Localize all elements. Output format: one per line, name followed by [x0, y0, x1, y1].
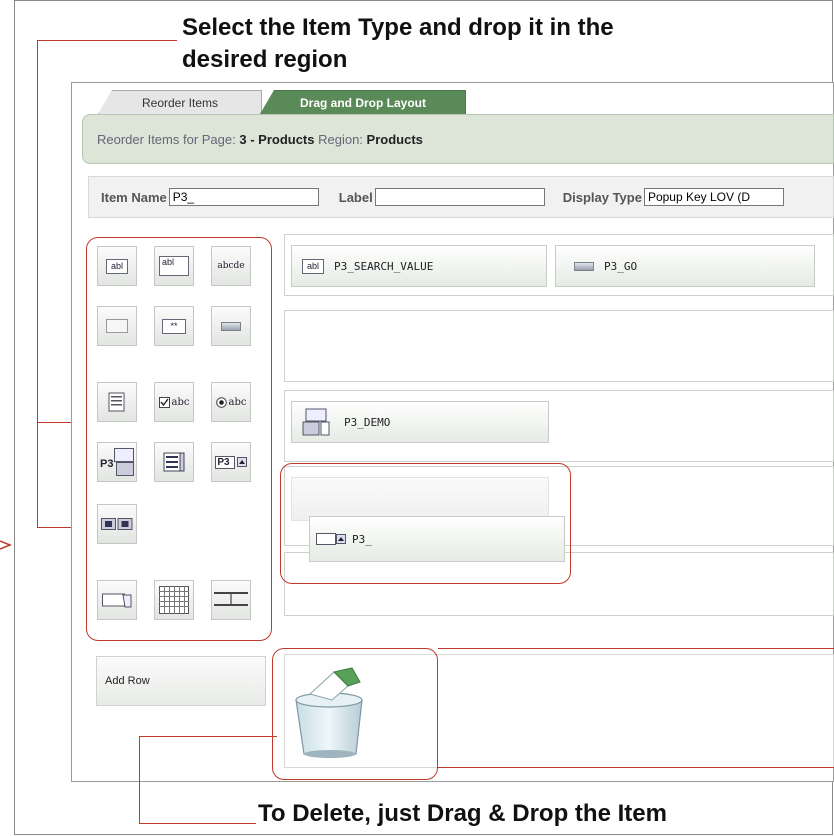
palette-password[interactable]: ** [154, 306, 194, 346]
checkbox-icon [158, 396, 170, 408]
radio-item: abc [215, 396, 247, 408]
password-icon: ** [162, 318, 186, 334]
palette-button[interactable] [211, 306, 251, 346]
layout-item-label: P3_GO [604, 259, 638, 273]
layout-row-3[interactable]: P3_DEMO [284, 390, 834, 462]
palette-popup-lov[interactable]: P3 [211, 442, 251, 482]
palette-date-picker[interactable] [97, 504, 137, 544]
add-row-button[interactable]: Add Row [96, 656, 266, 706]
display-type-label: Display Type [562, 189, 642, 205]
layout-item-search-value[interactable]: abl P3_SEARCH_VALUE [291, 245, 547, 287]
radio-label: abc [228, 396, 247, 408]
popup-lov-item: P3 [215, 455, 247, 469]
document-icon [108, 392, 125, 412]
layout-item-go[interactable]: P3_GO [555, 245, 815, 287]
item-name-input[interactable] [168, 188, 319, 206]
trash-region-line-bottom [438, 767, 834, 768]
button-icon [574, 261, 594, 271]
label-label: Label [338, 189, 373, 205]
separator-icon [214, 592, 248, 606]
annotation-line-left [37, 40, 38, 528]
annotation-line-trash-bottom [139, 823, 256, 824]
palette-text-with-button[interactable] [97, 580, 137, 620]
shuttle-icon: P3 [100, 448, 134, 476]
annotation-title-line1: Select the Item Type and drop it in the [182, 14, 614, 41]
palette-display-only[interactable]: abcde [211, 246, 251, 286]
item-type-palette: abl abl abcde ** abc abc P3 P3 [88, 234, 272, 642]
palette-radio[interactable]: abc [211, 382, 251, 422]
text-field-icon: abl [106, 258, 128, 274]
palette-calendar-grid[interactable] [154, 580, 194, 620]
item-name-label: Item Name [101, 189, 167, 205]
shuttle-label: P3 [100, 458, 114, 470]
textarea-icon: abl [159, 256, 189, 276]
filter-row: Item Name Label Display Type [88, 176, 834, 218]
palette-stop-and-start[interactable] [211, 580, 251, 620]
layout-row-1[interactable]: abl P3_SEARCH_VALUE P3_GO [284, 234, 834, 296]
layout-item-demo[interactable]: P3_DEMO [291, 401, 549, 443]
palette-textarea[interactable]: abl [154, 246, 194, 286]
display-type-select[interactable] [643, 188, 784, 206]
layout-item-label: P3_SEARCH_VALUE [334, 259, 434, 273]
tab-reorder-items[interactable]: Reorder Items [98, 90, 262, 114]
annotation-title-line2: desired region [182, 46, 348, 73]
palette-file-browse[interactable] [97, 382, 137, 422]
trash-region-line-top [438, 648, 834, 649]
layout-item-label: P3_DEMO [344, 415, 391, 429]
popup-lov-label: P3 [215, 455, 235, 469]
palette-checkbox[interactable]: abc [154, 382, 194, 422]
button-icon [221, 321, 241, 331]
header-region-value: Products [366, 131, 423, 147]
text-button-icon [102, 593, 132, 608]
radio-icon [215, 396, 227, 408]
page-region-header: Reorder Items for Page: 3 - Products Reg… [82, 114, 834, 164]
arrow-right-icon [0, 538, 13, 550]
list-icon [163, 452, 185, 472]
palette-hidden[interactable] [97, 306, 137, 346]
shuttle-icon [302, 408, 330, 436]
palette-select-list[interactable] [154, 442, 194, 482]
tab-drag-and-drop-layout[interactable]: Drag and Drop Layout [260, 90, 466, 114]
checkbox-label: abc [171, 396, 190, 408]
hidden-item-icon [106, 319, 128, 333]
layout-row-2[interactable] [284, 310, 834, 382]
header-page-value: 3 - Products [239, 131, 315, 147]
annotation-delete-hint: To Delete, just Drag & Drop the Item [258, 800, 667, 827]
annotation-line-top [37, 40, 177, 41]
display-text-icon: abcde [217, 261, 245, 271]
palette-shuttle[interactable]: P3 [97, 442, 137, 482]
label-input[interactable] [374, 188, 545, 206]
palette-text-field[interactable]: abl [97, 246, 137, 286]
annotation-line-trash-vertical [139, 736, 140, 824]
trash-can-icon[interactable] [286, 664, 376, 764]
checkbox-item: abc [158, 396, 190, 408]
grid-icon [159, 586, 189, 614]
drop-target-highlight [280, 463, 571, 584]
header-prefix: Reorder Items for Page: [97, 131, 236, 147]
header-region-label: Region: [318, 131, 363, 147]
dropdown-arrow-icon [236, 457, 247, 467]
annotation-line-trash [139, 736, 277, 737]
text-field-icon: abl [302, 258, 324, 274]
date-range-icon [101, 518, 133, 530]
